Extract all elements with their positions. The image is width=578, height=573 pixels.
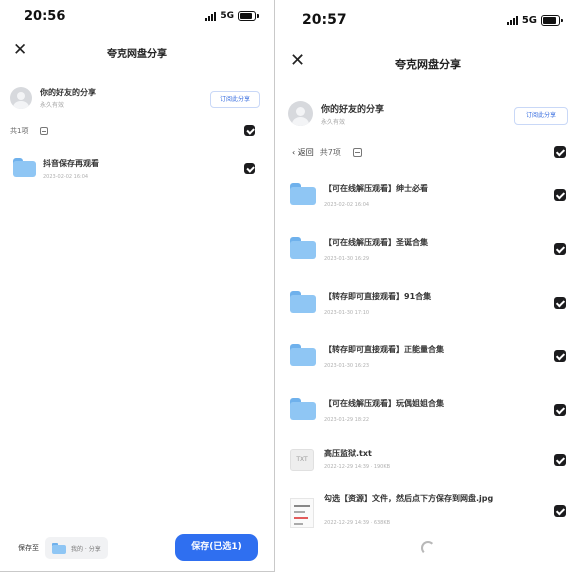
select-all-checkbox[interactable]	[554, 146, 566, 158]
item-count: 共1项	[10, 127, 29, 135]
item-checkbox[interactable]	[554, 404, 566, 416]
share-owner: 你的好友的分享 永久有效	[288, 101, 384, 126]
item-date: 2023-01-30 17:10	[324, 310, 370, 316]
item-date: 2022-12-29 14:39 · 190KB	[324, 464, 391, 470]
share-validity: 永久有效	[321, 118, 346, 126]
list-item[interactable]: 【可在线解压观看】玩偶姐姐合集 2023-01-29 18:22	[278, 387, 578, 435]
select-all-checkbox[interactable]	[244, 125, 255, 136]
share-owner: 你的好友的分享 永久有效	[10, 87, 96, 109]
item-checkbox[interactable]	[244, 163, 255, 174]
item-checkbox[interactable]	[554, 297, 566, 309]
item-date: 2023-01-30 16:29	[324, 256, 370, 262]
item-count: 共7项	[319, 148, 341, 157]
folder-icon	[290, 291, 316, 313]
avatar	[288, 101, 313, 126]
folder-icon	[290, 398, 316, 420]
image-file-icon	[290, 498, 314, 528]
page-title: 夸克网盘分享	[395, 58, 461, 71]
item-name: 勾选【资源】文件，然后点下方保存到网盘.jpg	[324, 494, 494, 503]
list-view-icon[interactable]	[40, 127, 49, 135]
item-checkbox[interactable]	[554, 505, 566, 517]
back-label: 返回	[297, 148, 314, 157]
folder-icon	[290, 183, 316, 205]
item-checkbox[interactable]	[554, 350, 566, 362]
network-type: 5G	[521, 15, 537, 26]
list-item[interactable]: 勾选【资源】文件，然后点下方保存到网盘.jpg 2022-12-29 14:39…	[278, 489, 578, 537]
status-time: 20:56	[24, 9, 66, 24]
item-date: 2023-02-02 16:04	[324, 202, 370, 208]
list-toolbar: 共1项	[10, 126, 49, 136]
item-date: 2022-12-29 14:39 · 638KB	[324, 520, 391, 526]
list-item[interactable]: 【转存即可直接观看】91合集 2023-01-30 17:10	[278, 280, 578, 328]
list-item[interactable]: 【可在线解压观看】圣诞合集 2023-01-30 16:29	[278, 226, 578, 274]
folder-icon	[52, 542, 66, 554]
item-name: 高压监狱.txt	[324, 449, 372, 458]
item-name: 【可在线解压观看】绅士必看	[324, 184, 428, 193]
avatar	[10, 87, 32, 109]
owner-name: 你的好友的分享	[321, 104, 385, 115]
folder-icon	[290, 237, 316, 259]
battery-icon	[238, 11, 259, 21]
item-checkbox[interactable]	[554, 454, 566, 466]
save-share-button[interactable]: 订阅此分享	[514, 107, 568, 125]
status-indicators: 5G	[205, 11, 259, 21]
list-item[interactable]: 【可在线解压观看】绅士必看 2023-02-02 16:04	[278, 172, 578, 220]
item-name: 【转存即可直接观看】正能量合集	[324, 345, 444, 354]
item-name: 【转存即可直接观看】91合集	[324, 292, 432, 301]
list-view-icon[interactable]	[352, 148, 362, 157]
signal-icon	[205, 11, 217, 21]
item-name: 抖音保存再观看	[43, 159, 99, 168]
share-validity: 永久有效	[40, 102, 65, 109]
item-name: 【可在线解压观看】圣诞合集	[324, 238, 428, 247]
item-date: 2023-01-30 16:23	[324, 363, 370, 369]
page-title: 夸克网盘分享	[107, 49, 167, 60]
save-path: 我的 · 分享	[71, 545, 101, 553]
item-name: 【可在线解压观看】玩偶姐姐合集	[324, 399, 444, 408]
loading-spinner-icon	[421, 541, 435, 555]
network-type: 5G	[220, 11, 234, 21]
back-link[interactable]: ‹ 返回	[292, 147, 314, 158]
item-date: 2023-01-29 18:22	[324, 417, 370, 423]
list-item[interactable]: TXT 高压监狱.txt 2022-12-29 14:39 · 190KB	[278, 441, 578, 483]
save-share-button[interactable]: 订阅此分享	[210, 91, 260, 108]
folder-icon	[13, 158, 36, 177]
save-path-chip[interactable]: 我的 · 分享	[45, 537, 108, 559]
list-item[interactable]: 【转存即可直接观看】正能量合集 2023-01-30 16:23	[278, 333, 578, 381]
signal-icon	[506, 16, 518, 25]
item-checkbox[interactable]	[554, 189, 566, 201]
txt-file-icon: TXT	[290, 449, 314, 471]
save-button[interactable]: 保存(已选1)	[175, 534, 258, 561]
right-screenshot: 20:57 5G ✕ 夸克网盘分享 你的好友的分享 永久有效 订阅此分享 ‹ 返…	[278, 0, 578, 573]
owner-name: 你的好友的分享	[40, 88, 96, 97]
item-date: 2023-02-02 16:04	[43, 174, 89, 180]
save-location: 保存至 我的 · 分享	[18, 536, 108, 560]
status-time: 20:57	[302, 12, 347, 28]
left-screenshot: 20:56 5G ✕ 夸克网盘分享 你的好友的分享 永久有效 订阅此分享 共1项…	[0, 0, 275, 572]
status-indicators: 5G	[506, 15, 563, 26]
save-to-label: 保存至	[18, 544, 39, 552]
item-checkbox[interactable]	[554, 243, 566, 255]
battery-icon	[541, 15, 563, 26]
list-item[interactable]: 抖音保存再观看 2023-02-02 16:04	[0, 150, 274, 188]
list-toolbar: ‹ 返回 共7项	[292, 147, 362, 158]
folder-icon	[290, 344, 316, 366]
